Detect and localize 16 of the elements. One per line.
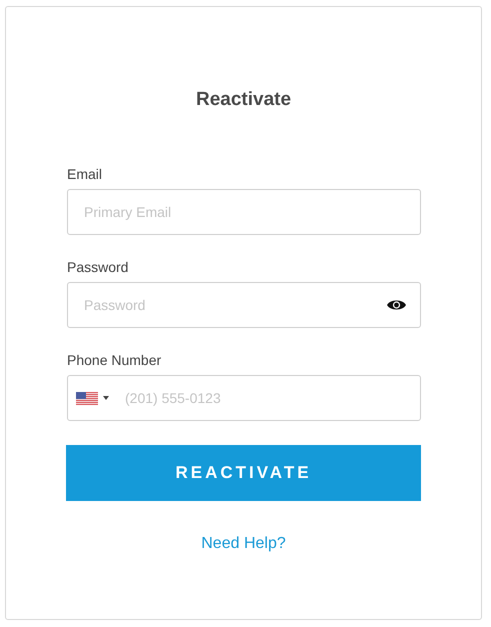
reactivate-button[interactable]: REACTIVATE [66, 445, 421, 501]
field-label: Password [67, 258, 130, 277]
phone-field[interactable]: (201) 555-0123 [67, 375, 421, 421]
field-label: Email [67, 165, 104, 184]
email-input[interactable]: Primary Email [82, 203, 406, 221]
page-title: Reactivate [196, 88, 292, 112]
caret-icon [103, 396, 109, 400]
password-input[interactable]: Password [82, 296, 379, 314]
show-password-button[interactable] [387, 299, 406, 311]
eye-icon [387, 299, 406, 311]
field-label: Phone Number [67, 351, 162, 370]
password-field[interactable]: Password [67, 282, 421, 328]
us-flag-icon [76, 392, 98, 404]
help-link[interactable]: Need Help? [201, 535, 286, 553]
phone-input[interactable]: (201) 555-0123 [123, 389, 406, 407]
email-field[interactable]: Primary Email [67, 189, 421, 235]
